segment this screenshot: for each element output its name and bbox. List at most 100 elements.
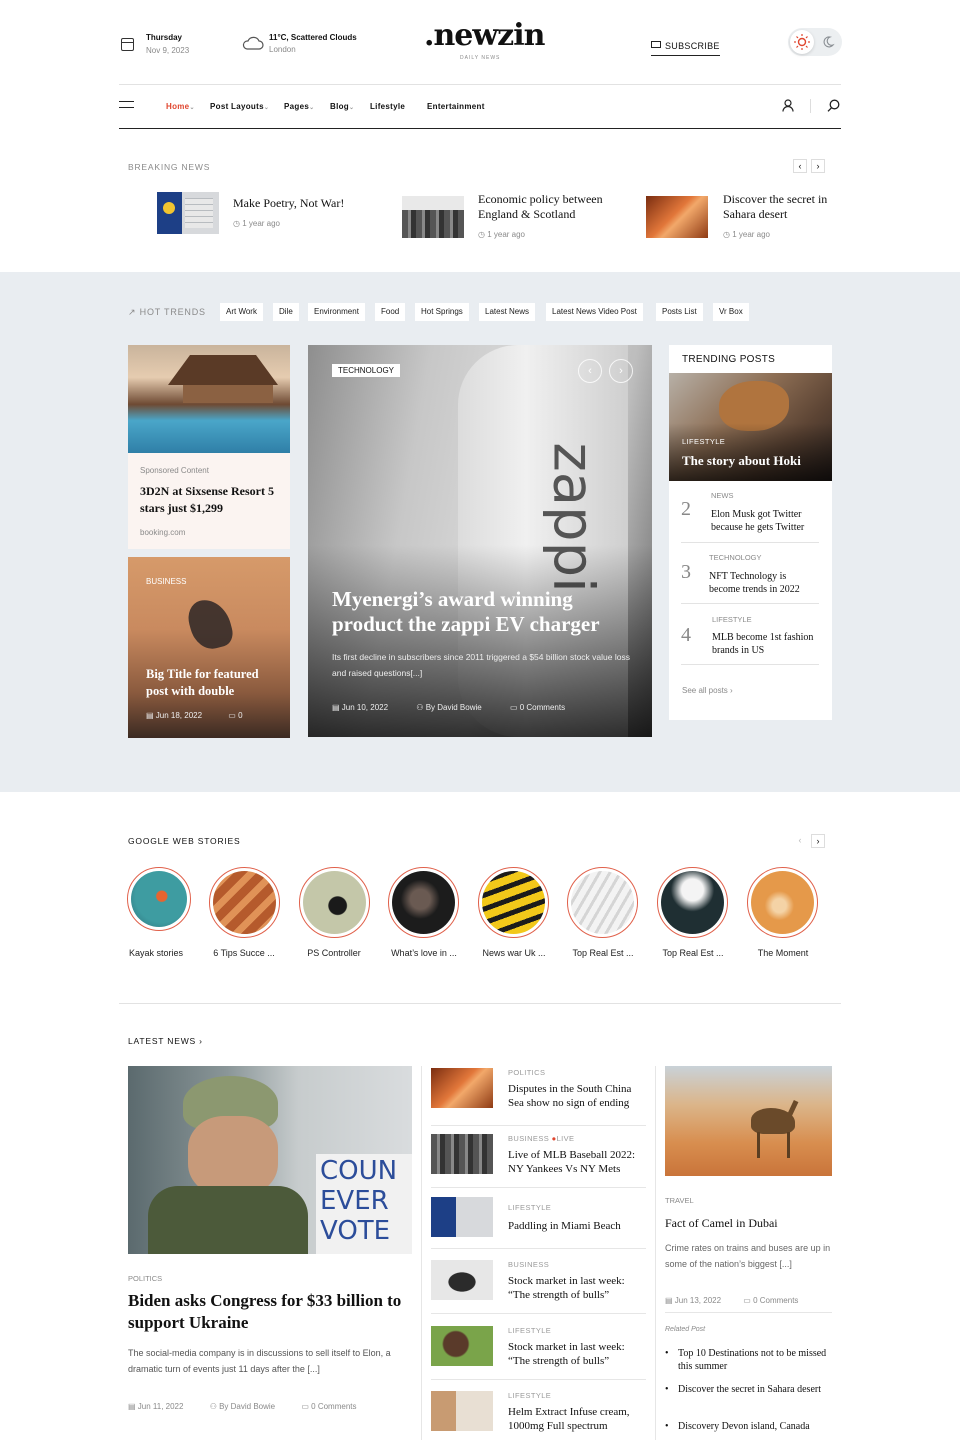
story-circle-1[interactable] [127, 867, 191, 931]
hamburger-icon[interactable] [119, 101, 134, 108]
latest-side-item-2[interactable]: BUSINESS ●LIVE Live of MLB Baseball 2022… [431, 1130, 646, 1188]
latest-side-item-6[interactable]: LIFESTYLE Helm Extract Infuse cream, 100… [431, 1387, 646, 1440]
stories-prev-button[interactable]: ‹ [793, 834, 807, 848]
breaking-thumb-1[interactable] [157, 192, 219, 234]
tag-dile[interactable]: Dile [273, 303, 299, 321]
latest-side-title-4[interactable]: Stock market in last week: “The strength… [508, 1274, 648, 1302]
nav-entertainment[interactable]: Entertainment [427, 102, 485, 111]
story-label-1[interactable]: Kayak stories [113, 948, 199, 958]
trending-top-title[interactable]: The story about Hoki [682, 453, 801, 469]
related-post-2[interactable]: Discover the secret in Sahara desert [665, 1383, 830, 1396]
tag-latest-news[interactable]: Latest News [479, 303, 536, 321]
story-label-4[interactable]: What’s love in ... [381, 948, 467, 958]
latest-side-title-1[interactable]: Disputes in the South China Sea show no … [508, 1082, 648, 1110]
breaking-title-3[interactable]: Discover the secret in Sahara desert [723, 192, 843, 222]
breaking-title-2[interactable]: Economic policy between England & Scotla… [478, 192, 628, 222]
trending-top-card[interactable]: LIFESTYLE The story about Hoki [669, 373, 832, 481]
site-logo[interactable]: .newzin [424, 18, 545, 53]
nav-blog[interactable]: Blog⌄ [330, 102, 354, 111]
sponsored-title[interactable]: 3D2N at Sixsense Resort 5 stars just $1,… [140, 483, 285, 517]
feature-main-author[interactable]: By David Bowie [426, 703, 482, 712]
latest-side-title-6[interactable]: Helm Extract Infuse cream, 1000mg Full s… [508, 1405, 648, 1433]
tag-vr-box[interactable]: Vr Box [713, 303, 749, 321]
feature-small-title[interactable]: Big Title for featured post with double [146, 666, 276, 700]
trending-title-2[interactable]: Elon Musk got Twitter because he gets Tw… [711, 508, 821, 534]
story-label-8[interactable]: The Moment [740, 948, 826, 958]
feature-main-comments[interactable]: 0 Comments [520, 703, 565, 712]
nav-pages[interactable]: Pages⌄ [284, 102, 314, 111]
story-circle-4[interactable] [388, 867, 459, 938]
story-circle-3[interactable] [299, 867, 370, 938]
story-circle-5[interactable] [478, 867, 549, 938]
breaking-thumb-3[interactable] [646, 196, 708, 238]
latest-side-title-5[interactable]: Stock market in last week: “The strength… [508, 1340, 648, 1368]
story-circle-8[interactable] [747, 867, 818, 938]
nav-lifestyle[interactable]: Lifestyle [370, 102, 405, 111]
calendar-icon: ▤ [665, 1296, 675, 1305]
latest-side-item-1[interactable]: POLITICS Disputes in the South China Sea… [431, 1064, 646, 1126]
stories-next-button[interactable]: › [811, 834, 825, 848]
latest-side-item-4[interactable]: BUSINESS Stock market in last week: “The… [431, 1256, 646, 1314]
story-circle-6[interactable] [567, 867, 638, 938]
weather-city: London [269, 45, 296, 54]
latest-side-item-3[interactable]: LIFESTYLE Paddling in Miami Beach [431, 1193, 646, 1249]
breaking-thumb-2[interactable] [402, 196, 464, 238]
search-icon[interactable] [827, 99, 840, 112]
latest-main-title[interactable]: Biden asks Congress for $33 billion to s… [128, 1290, 413, 1334]
latest-main-author[interactable]: By David Bowie [219, 1402, 275, 1411]
latest-main-comments[interactable]: 0 Comments [311, 1402, 356, 1411]
story-label-3[interactable]: PS Controller [291, 948, 377, 958]
feature-main-card[interactable]: zappi TECHNOLOGY ‹ › Myenergi’s award wi… [308, 345, 652, 737]
latest-news-title[interactable]: LATEST NEWS › [128, 1036, 203, 1046]
tag-food[interactable]: Food [375, 303, 406, 321]
user-icon[interactable] [782, 99, 794, 112]
subscribe-button[interactable]: SUBSCRIBE [651, 36, 720, 56]
breaking-title-1[interactable]: Make Poetry, Not War! [233, 196, 383, 211]
sponsored-source[interactable]: booking.com [140, 528, 185, 537]
latest-side-title-3[interactable]: Paddling in Miami Beach [508, 1219, 648, 1233]
feature-small-card[interactable]: BUSINESS Big Title for featured post wit… [128, 557, 290, 738]
theme-toggle[interactable] [788, 28, 842, 56]
trending-item-2[interactable]: 2 NEWS Elon Musk got Twitter because he … [681, 488, 819, 543]
trending-item-4[interactable]: 4 LIFESTYLE MLB become 1st fashion brand… [681, 610, 819, 665]
section-divider [119, 1003, 841, 1004]
feature-main-category[interactable]: TECHNOLOGY [332, 364, 401, 377]
latest-main-image[interactable]: COUN EVER VOTE [128, 1066, 412, 1254]
nav-post-layouts[interactable]: Post Layouts⌄ [210, 102, 269, 111]
breaking-next-button[interactable]: › [811, 159, 825, 173]
trending-top-category: LIFESTYLE [682, 437, 726, 446]
story-label-5[interactable]: News war Uk ... [471, 948, 557, 958]
latest-right-image[interactable] [665, 1066, 832, 1176]
breaking-time-1: ◷ 1 year ago [233, 219, 280, 228]
trending-title-4[interactable]: MLB become 1st fashion brands in US [712, 631, 822, 657]
nav-pages-label: Pages [284, 102, 310, 111]
see-all-posts-link[interactable]: See all posts › [682, 686, 733, 695]
feature-main-title[interactable]: Myenergi’s award winning product the zap… [332, 587, 637, 637]
related-post-1-text: Top 10 Destinations not to be missed thi… [678, 1348, 827, 1372]
latest-right-title[interactable]: Fact of Camel in Dubai [665, 1216, 778, 1231]
latest-right-comments[interactable]: 0 Comments [753, 1296, 798, 1305]
chevron-down-icon: ⌄ [348, 105, 355, 111]
story-label-6[interactable]: Top Real Est ... [560, 948, 646, 958]
story-label-7[interactable]: Top Real Est ... [650, 948, 736, 958]
trending-item-3[interactable]: 3 TECHNOLOGY NFT Technology is become tr… [681, 549, 819, 604]
related-post-1[interactable]: Top 10 Destinations not to be missed thi… [665, 1347, 830, 1373]
tag-environment[interactable]: Environment [308, 303, 365, 321]
tag-hot-springs[interactable]: Hot Springs [415, 303, 469, 321]
tag-art-work[interactable]: Art Work [220, 303, 263, 321]
tag-latest-news-video-post[interactable]: Latest News Video Post [546, 303, 643, 321]
nav-home[interactable]: Home⌄ [166, 102, 195, 111]
breaking-time-3-text: 1 year ago [732, 230, 771, 239]
story-circle-2[interactable] [209, 867, 280, 938]
latest-side-item-5[interactable]: LIFESTYLE Stock market in last week: “Th… [431, 1322, 646, 1380]
latest-side-title-2[interactable]: Live of MLB Baseball 2022: NY Yankees Vs… [508, 1148, 648, 1176]
story-label-2[interactable]: 6 Tips Succe ... [201, 948, 287, 958]
tag-posts-list[interactable]: Posts List [656, 303, 703, 321]
trending-title-3[interactable]: NFT Technology is become trends in 2022 [709, 570, 819, 596]
sponsored-card[interactable]: Sponsored Content 3D2N at Sixsense Resor… [128, 345, 290, 549]
breaking-prev-button[interactable]: ‹ [793, 159, 807, 173]
story-circle-7[interactable] [657, 867, 728, 938]
related-post-3[interactable]: Discovery Devon island, Canada [665, 1420, 830, 1433]
feature-prev-button[interactable]: ‹ [578, 359, 602, 383]
feature-next-button[interactable]: › [609, 359, 633, 383]
